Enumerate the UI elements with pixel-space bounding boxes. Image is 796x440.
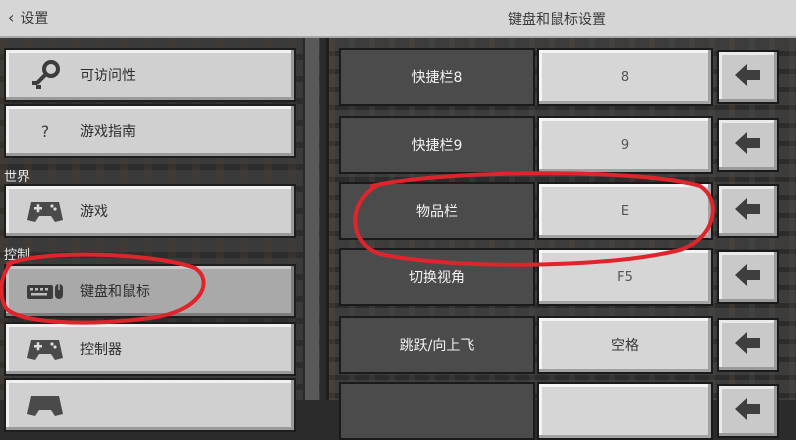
sidebar-scrollbar[interactable] [303, 38, 319, 400]
action-label: 快捷栏9 [339, 116, 535, 174]
sidebar-item-partial[interactable] [4, 378, 296, 432]
reset-binding-button[interactable] [717, 184, 779, 238]
chevron-left-icon: ‹ [8, 8, 15, 27]
gamepad-icon [20, 191, 70, 231]
sidebar-item-label: 可访问性 [80, 68, 136, 84]
sidebar-item-keyboard-mouse[interactable]: 键盘和鼠标 [4, 264, 296, 318]
keybinding-row [339, 382, 781, 440]
sidebar-item-label: 游戏指南 [80, 124, 136, 140]
sidebar-item-controller[interactable]: 控制器 [4, 322, 296, 376]
reset-binding-button[interactable] [717, 118, 779, 172]
key-binding-button[interactable]: 空格 [537, 316, 713, 374]
section-heading-world: 世界 [4, 170, 31, 185]
page-title: 键盘和鼠标设置 [508, 12, 606, 28]
sidebar-item-how-to-play[interactable]: ? 游戏指南 [4, 104, 296, 158]
action-label: 快捷栏8 [339, 48, 535, 106]
reset-arrow-icon [733, 261, 763, 293]
reset-binding-button[interactable] [717, 50, 779, 104]
action-label: 切换视角 [339, 248, 535, 306]
reset-arrow-icon [733, 61, 763, 93]
gamepad-icon [20, 329, 70, 369]
keybinding-row: 跳跃/向上飞 空格 [339, 316, 781, 374]
keybinding-row: 快捷栏8 8 [339, 48, 781, 106]
sidebar-item-label: 控制器 [80, 342, 122, 358]
reset-binding-button[interactable] [717, 318, 779, 372]
section-heading-controls: 控制 [4, 248, 31, 263]
sidebar-item-label: 游戏 [80, 204, 108, 220]
key-binding-button[interactable]: E [537, 182, 713, 240]
reset-binding-button[interactable] [717, 384, 779, 438]
keyboard-mouse-icon [20, 271, 70, 311]
action-label [339, 382, 535, 440]
key-binding-button[interactable] [537, 382, 713, 440]
back-button[interactable]: ‹ 设置 [8, 8, 48, 28]
key-binding-button[interactable]: 8 [537, 48, 713, 106]
keybinding-list: 快捷栏8 8 快捷栏9 9 物品栏 E 切换视角 F5 跳跃/向上飞 空格 [326, 38, 796, 440]
reset-arrow-icon [733, 329, 763, 361]
reset-binding-button[interactable] [717, 250, 779, 304]
question-icon: ? [40, 121, 50, 141]
sidebar-item-game[interactable]: 游戏 [4, 184, 296, 238]
settings-sidebar: 可访问性 ? 游戏指南 世界 游戏 控制 键盘和鼠标 控制器 [0, 38, 320, 432]
action-label: 物品栏 [339, 182, 535, 240]
keybinding-row: 快捷栏9 9 [339, 116, 781, 174]
sidebar-item-accessibility[interactable]: 可访问性 [4, 48, 296, 102]
sidebar-item-label: 键盘和鼠标 [80, 284, 150, 300]
key-icon [20, 55, 70, 95]
controller-icon [20, 385, 70, 425]
reset-arrow-icon [733, 129, 763, 161]
back-label: 设置 [20, 11, 49, 27]
top-bar: ‹ 设置 键盘和鼠标设置 [0, 0, 796, 38]
keybinding-row: 切换视角 F5 [339, 248, 781, 306]
action-label: 跳跃/向上飞 [339, 316, 535, 374]
reset-arrow-icon [733, 195, 763, 227]
keybinding-row: 物品栏 E [339, 182, 781, 240]
key-binding-button[interactable]: 9 [537, 116, 713, 174]
key-binding-button[interactable]: F5 [537, 248, 713, 306]
